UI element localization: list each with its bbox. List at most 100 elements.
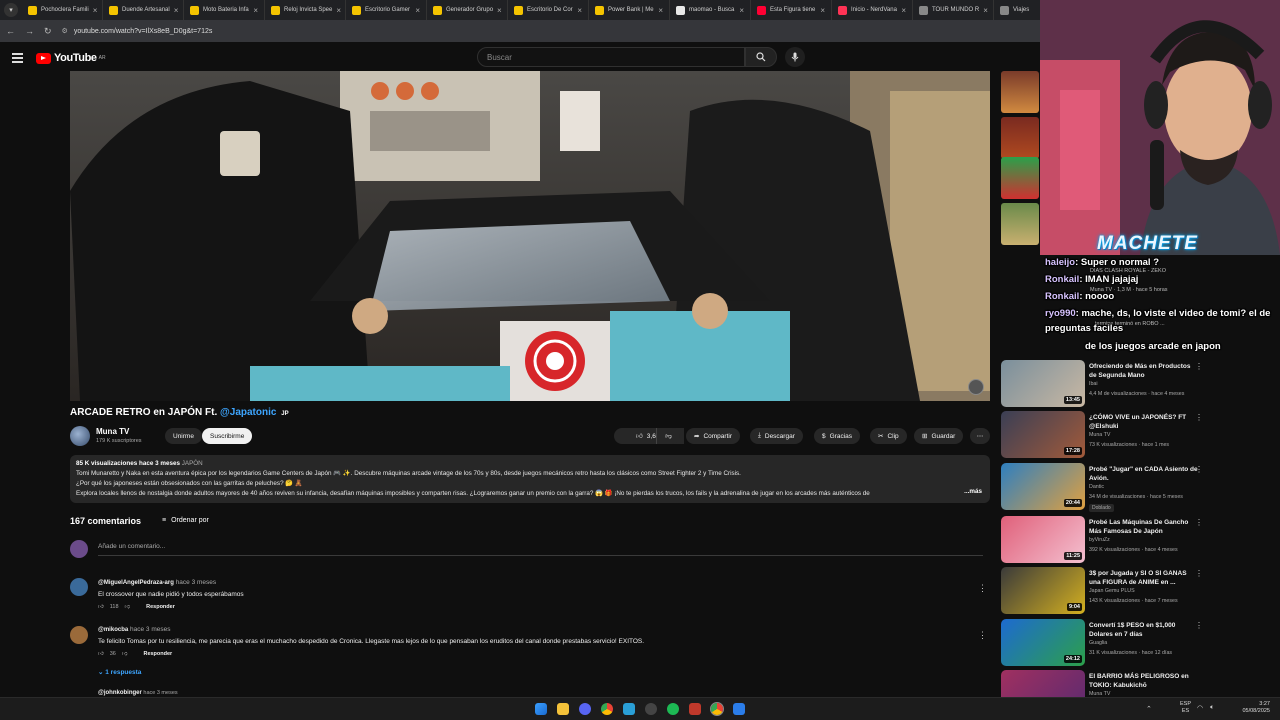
url-field[interactable]: ⚙ youtube.com/watch?v=IlXs8eB_D0g&t=712s: [62, 27, 213, 36]
show-replies-button[interactable]: ⌄ 1 respuesta: [98, 668, 141, 676]
video-player[interactable]: [70, 71, 990, 401]
video-title[interactable]: ¿CÓMO VIVE un JAPONÉS? FT @Elshuki: [1089, 413, 1199, 431]
comment-author[interactable]: @johnkobinger: [98, 690, 142, 696]
short-thumbnail[interactable]: [1001, 71, 1039, 113]
hashtag[interactable]: JAPÓN: [182, 460, 203, 467]
video-menu-icon[interactable]: ⋮: [1195, 569, 1203, 578]
browser-tab[interactable]: maomao - Busca ×: [670, 0, 751, 20]
video-menu-icon[interactable]: ⋮: [1195, 465, 1203, 474]
video-channel[interactable]: byViruZz: [1089, 537, 1110, 543]
browser-tab[interactable]: Esta Figura tiene ×: [751, 0, 832, 20]
app-icon[interactable]: [689, 703, 701, 715]
video-title[interactable]: Ofreciendo de Más en Productos de Segund…: [1089, 362, 1199, 380]
obs-icon[interactable]: [645, 703, 657, 715]
avatar[interactable]: [70, 578, 88, 596]
notepad-icon[interactable]: [733, 703, 745, 715]
channel-watermark-icon[interactable]: [968, 379, 984, 395]
clock[interactable]: 3:27 05/08/2025: [1242, 701, 1270, 715]
video-title[interactable]: Probé Las Máquinas De Gancho Más Famosas…: [1089, 518, 1199, 536]
file-explorer-icon[interactable]: [557, 703, 569, 715]
dislike-button[interactable]: 👎︎: [656, 428, 680, 444]
short-thumbnail[interactable]: [1001, 157, 1039, 199]
video-thumbnail[interactable]: 17:28: [1001, 411, 1085, 458]
browser-tab[interactable]: Escritorio De Cor ×: [508, 0, 589, 20]
subscribe-button[interactable]: Suscribirme: [202, 428, 253, 444]
share-button[interactable]: ➦ Compartir: [686, 428, 740, 444]
video-title[interactable]: Convertí 1$ PESO en $1,000 Dolares en 7 …: [1089, 621, 1199, 639]
video-thumbnail[interactable]: 24:12: [1001, 619, 1085, 666]
sort-comments-button[interactable]: ≡ Ordenar por: [162, 517, 209, 524]
reply-button[interactable]: Responder: [146, 604, 175, 610]
close-icon[interactable]: ×: [577, 6, 582, 15]
browser-tab[interactable]: Reloj Invicta Spee ×: [265, 0, 346, 20]
thanks-button[interactable]: $ Gracias: [814, 428, 861, 444]
short-thumbnail[interactable]: [1001, 117, 1039, 159]
discord-icon[interactable]: [579, 703, 591, 715]
recommended-video[interactable]: 20:44 Probé "Jugar" en CADA Asiento de Av…: [1001, 463, 1271, 512]
recommended-video[interactable]: 17:28 ¿CÓMO VIVE un JAPONÉS? FT @Elshuki M…: [1001, 411, 1271, 459]
browser-tab[interactable]: Moto Bateria Infa ×: [184, 0, 265, 20]
comment-menu-icon[interactable]: ⋮: [978, 583, 987, 594]
chevron-up-icon[interactable]: ⌃: [1146, 705, 1152, 713]
short-thumbnail[interactable]: [1001, 203, 1039, 245]
close-icon[interactable]: ×: [415, 6, 420, 15]
video-channel[interactable]: Dantic: [1089, 484, 1104, 490]
close-icon[interactable]: ×: [93, 6, 98, 15]
browser-tab[interactable]: Inicio - NerdVana ×: [832, 0, 913, 20]
volume-icon[interactable]: 🔈︎: [1210, 704, 1214, 712]
browser-tab[interactable]: Generador Grupo ×: [427, 0, 508, 20]
thumbs-down-icon[interactable]: 👎︎: [122, 651, 128, 657]
download-button[interactable]: ⤓ Descargar: [750, 428, 803, 444]
recommended-video[interactable]: 9:04 3$ por Jugada y SI O SI GANAS una FI…: [1001, 567, 1271, 615]
video-menu-icon[interactable]: ⋮: [1195, 518, 1203, 527]
avatar[interactable]: [70, 626, 88, 644]
video-menu-icon[interactable]: ⋮: [1195, 362, 1203, 371]
comment-author[interactable]: @mikocba: [98, 627, 128, 633]
video-thumbnail[interactable]: 11:25: [1001, 516, 1085, 563]
thumbs-up-icon[interactable]: 👍︎: [98, 651, 104, 657]
close-icon[interactable]: ×: [174, 6, 179, 15]
thumbs-up-icon[interactable]: 👍︎: [98, 604, 104, 610]
close-icon[interactable]: ×: [983, 6, 988, 15]
menu-icon[interactable]: [12, 53, 23, 65]
language-indicator[interactable]: ESP ES: [1180, 701, 1191, 715]
save-button[interactable]: ⊞ Guardar: [914, 428, 964, 444]
comment-author[interactable]: @MiguelAngelPedraza-arg: [98, 580, 174, 586]
close-icon[interactable]: ×: [497, 6, 502, 15]
video-title[interactable]: Probé "Jugar" en CADA Asiento de Avión.: [1089, 465, 1199, 483]
video-menu-icon[interactable]: ⋮: [1195, 621, 1203, 630]
browser-tab[interactable]: TOUR MUNDO R ×: [913, 0, 994, 20]
close-icon[interactable]: ×: [739, 6, 744, 15]
youtube-logo[interactable]: YouTube AR: [36, 52, 106, 64]
video-thumbnail[interactable]: 20:44: [1001, 463, 1085, 510]
browser-tab[interactable]: Duende Artesanal ×: [103, 0, 184, 20]
add-comment-input[interactable]: Añade un comentario...: [98, 543, 983, 556]
title-mention-link[interactable]: @Japatonic: [220, 407, 276, 418]
close-icon[interactable]: ×: [658, 6, 663, 15]
reload-icon[interactable]: ↻: [44, 26, 52, 37]
close-icon[interactable]: ×: [336, 6, 341, 15]
video-thumbnail[interactable]: 13:45: [1001, 360, 1085, 407]
browser-tab[interactable]: Power Bank | Me ×: [589, 0, 670, 20]
voice-search-button[interactable]: [785, 47, 805, 67]
video-title[interactable]: El BARRIO MÁS PELIGROSO en TOKIO: Kabuki…: [1089, 672, 1199, 690]
browser-tab[interactable]: Pochoclera Famili ×: [22, 0, 103, 20]
video-channel[interactable]: Ibai: [1089, 381, 1098, 387]
back-icon[interactable]: ←: [6, 26, 15, 36]
close-icon[interactable]: ×: [253, 6, 258, 15]
video-menu-icon[interactable]: ⋮: [1195, 413, 1203, 422]
search-button[interactable]: [745, 47, 777, 67]
comment-menu-icon[interactable]: ⋮: [978, 630, 987, 641]
tab-search-button[interactable]: ▾: [4, 3, 18, 17]
video-thumbnail[interactable]: 9:04: [1001, 567, 1085, 614]
clip-button[interactable]: ✂ Clip: [870, 428, 907, 444]
chrome-active-icon[interactable]: [710, 702, 724, 716]
telegram-icon[interactable]: [623, 703, 635, 715]
video-channel[interactable]: Guaglia: [1089, 640, 1107, 646]
site-info-icon[interactable]: ⚙: [62, 27, 68, 35]
browser-tab[interactable]: Escritorio Gamer ×: [346, 0, 427, 20]
close-icon[interactable]: ×: [820, 6, 825, 15]
channel-name[interactable]: Muna TV: [96, 427, 129, 436]
video-channel[interactable]: Muna TV: [1089, 432, 1110, 438]
description-box[interactable]: 85 K visualizaciones hace 3 meses JAPÓN …: [70, 455, 990, 503]
